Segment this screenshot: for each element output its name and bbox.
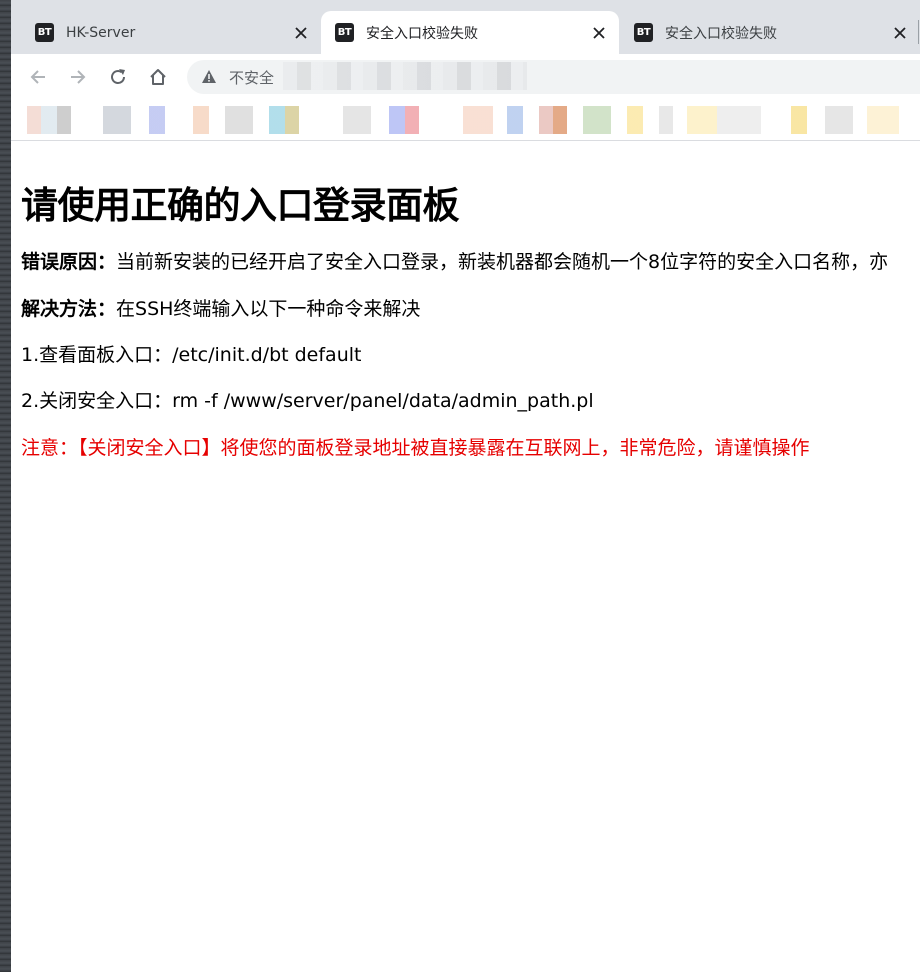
tab-title: 安全入口校验失败 <box>366 25 478 42</box>
browser-window: BT HK-Server BT 安全入口校验失败 BT 安全入口校验失败 不安全… <box>11 0 920 972</box>
solution: 解决方法：在SSH终端输入以下一种命令来解决 <box>21 294 420 321</box>
step-disable-entry: 2.关闭安全入口：rm -f /www/server/panel/data/ad… <box>21 390 594 412</box>
tab-title: HK-Server <box>66 24 136 41</box>
error-reason-label: 错误原因： <box>21 251 117 273</box>
url-redacted[interactable] <box>283 62 527 90</box>
bt-favicon-icon: BT <box>335 23 354 42</box>
close-icon[interactable] <box>587 21 611 45</box>
tab-security-entry-failed[interactable]: BT 安全入口校验失败 <box>620 11 920 54</box>
bt-favicon-icon: BT <box>35 23 54 42</box>
step-view-entry: 1.查看面板入口：/etc/init.d/bt default <box>21 344 362 366</box>
bookmarks-bar <box>11 100 920 141</box>
page-title: 请使用正确的入口登录面板 <box>21 184 460 227</box>
solution-text: 在SSH终端输入以下一种命令来解决 <box>116 298 421 320</box>
bt-favicon-icon: BT <box>634 23 653 42</box>
tab-separator <box>918 20 919 44</box>
error-reason: 错误原因：当前新安装的已经开启了安全入口登录，新装机器都会随机一个8位字符的安全… <box>21 247 888 274</box>
warning-notice: 注意：【关闭安全入口】将使您的面板登录地址被直接暴露在互联网上，非常危险，请谨慎… <box>21 437 810 459</box>
close-icon[interactable] <box>888 21 912 45</box>
home-icon[interactable] <box>143 62 173 92</box>
error-reason-text: 当前新安装的已经开启了安全入口登录，新装机器都会随机一个8位字符的安全入口名称，… <box>116 251 889 273</box>
close-icon[interactable] <box>289 21 313 45</box>
security-status-label[interactable]: 不安全 <box>229 67 274 88</box>
warning-icon[interactable] <box>201 69 217 88</box>
browser-toolbar: 不安全 <box>11 54 920 100</box>
solution-label: 解决方法： <box>21 298 117 320</box>
tab-security-entry-failed-active[interactable]: BT 安全入口校验失败 <box>321 11 619 54</box>
forward-icon[interactable] <box>63 62 93 92</box>
tab-title: 安全入口校验失败 <box>665 25 777 42</box>
address-bar[interactable]: 不安全 <box>187 60 920 94</box>
bookmarks-redacted[interactable] <box>27 106 920 134</box>
reload-icon[interactable] <box>103 62 133 92</box>
tab-hk-server[interactable]: BT HK-Server <box>21 11 321 54</box>
page-content: 请使用正确的入口登录面板 错误原因：当前新安装的已经开启了安全入口登录，新装机器… <box>11 141 920 972</box>
back-icon[interactable] <box>23 62 53 92</box>
tab-strip: BT HK-Server BT 安全入口校验失败 BT 安全入口校验失败 <box>11 0 920 54</box>
desktop-background <box>0 0 11 972</box>
